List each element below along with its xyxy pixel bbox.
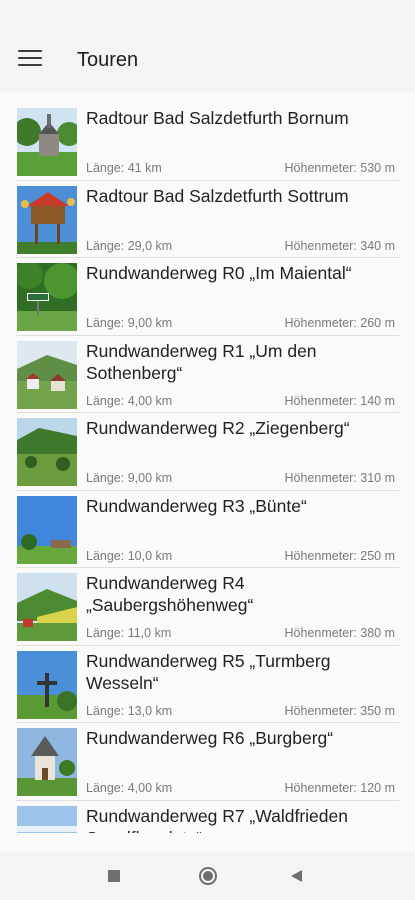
recents-square-icon[interactable] (104, 866, 124, 886)
list-item[interactable]: Radtour Bad Salzdetfurth Sottrum Länge: … (0, 181, 415, 259)
tour-length: Länge: 29,0 km (86, 238, 173, 253)
list-item[interactable]: Radtour Bad Salzdetfurth Bornum Länge: 4… (0, 103, 415, 181)
tour-thumbnail (17, 108, 77, 176)
list-item[interactable]: Rundwanderweg R6 „Burgberg“ Länge: 4,00 … (0, 723, 415, 801)
tour-length: Länge: 4,00 km (86, 393, 173, 408)
tour-length: Länge: 41 km (86, 161, 162, 175)
page-title: Touren (77, 49, 139, 71)
tour-length: Länge: 4,00 km (86, 781, 173, 795)
list-item[interactable]: Rundwanderweg R4 „Saubergshöhenweg“ Läng… (0, 568, 415, 646)
system-navigation-bar (0, 852, 415, 900)
tour-length: Länge: 11,0 km (86, 626, 172, 640)
tour-name: Rundwanderweg R7 „Waldfrieden Segelflugp… (86, 805, 348, 834)
tour-name: Radtour Bad Salzdetfurth Sottrum (86, 185, 349, 206)
tour-name: Radtour Bad Salzdetfurth Bornum (86, 108, 349, 128)
tour-thumbnail (17, 418, 77, 486)
hamburger-menu-icon[interactable] (18, 50, 42, 70)
tour-name: Rundwanderweg R2 „Ziegenberg“ (86, 418, 350, 438)
tour-length: Länge: 9,00 km (86, 316, 173, 330)
tour-name: Rundwanderweg R5 „Turmberg Wesseln“ (86, 650, 331, 693)
list-item[interactable]: Rundwanderweg R1 „Um den Sothenberg“ Län… (0, 336, 415, 414)
tour-elevation: Höhenmeter: 530 m (284, 161, 395, 175)
tour-elevation: Höhenmeter: 310 m (284, 471, 395, 485)
app-bar: Touren (0, 0, 415, 92)
list-item[interactable]: Rundwanderweg R5 „Turmberg Wesseln“ Läng… (0, 646, 415, 724)
tour-elevation: Höhenmeter: 340 m (284, 238, 395, 253)
tour-thumbnail (17, 495, 77, 564)
tour-name: Rundwanderweg R6 „Burgberg“ (86, 728, 334, 748)
list-item[interactable]: Rundwanderweg R2 „Ziegenberg“ Länge: 9,0… (0, 413, 415, 491)
tour-thumbnail (17, 650, 77, 719)
tour-thumbnail (17, 805, 77, 833)
list-item[interactable]: Rundwanderweg R3 „Bünte“ Länge: 10,0 km … (0, 491, 415, 569)
tour-length: Länge: 13,0 km (86, 703, 173, 718)
tour-list[interactable]: Radtour Bad Salzdetfurth Bornum Länge: 4… (0, 103, 415, 833)
tour-length: Länge: 9,00 km (86, 471, 173, 485)
tour-thumbnail (17, 185, 77, 254)
tour-name: Rundwanderweg R3 „Bünte“ (86, 495, 307, 516)
tour-name: Rundwanderweg R0 „Im Maiental“ (86, 263, 352, 283)
tour-length: Länge: 10,0 km (86, 548, 173, 563)
tour-elevation: Höhenmeter: 120 m (284, 781, 395, 795)
home-circle-icon[interactable] (198, 866, 218, 886)
tour-elevation: Höhenmeter: 250 m (284, 548, 395, 563)
tour-elevation: Höhenmeter: 260 m (284, 316, 395, 330)
tour-thumbnail (17, 728, 77, 796)
back-triangle-icon[interactable] (291, 866, 311, 886)
tour-name: Rundwanderweg R4 „Saubergshöhenweg“ (86, 573, 254, 615)
tour-thumbnail (17, 573, 77, 641)
list-item[interactable]: Rundwanderweg R0 „Im Maiental“ Länge: 9,… (0, 258, 415, 336)
tour-name: Rundwanderweg R1 „Um den Sothenberg“ (86, 340, 317, 383)
tour-elevation: Höhenmeter: 380 m (284, 626, 395, 640)
tour-elevation: Höhenmeter: 140 m (284, 393, 395, 408)
tour-thumbnail (17, 263, 77, 331)
tour-elevation: Höhenmeter: 350 m (284, 703, 395, 718)
tour-thumbnail (17, 340, 77, 409)
list-item[interactable]: Rundwanderweg R7 „Waldfrieden Segelflugp… (0, 801, 415, 834)
